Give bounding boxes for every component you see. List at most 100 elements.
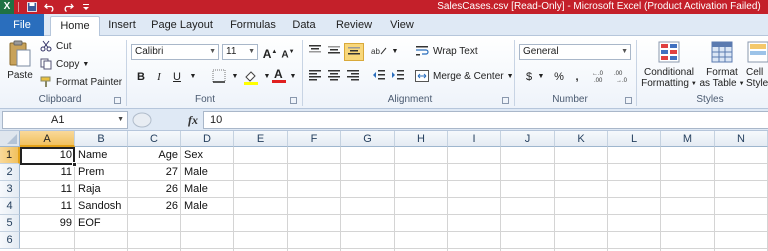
paste-button[interactable]: Paste bbox=[6, 40, 34, 81]
align-bottom-icon[interactable] bbox=[344, 43, 364, 61]
column-header-i[interactable]: I bbox=[448, 131, 501, 147]
cell-styles-label-1: Cell bbox=[746, 67, 764, 78]
tab-review[interactable]: Review bbox=[332, 14, 376, 36]
format-painter-button[interactable]: Format Painter bbox=[40, 76, 122, 88]
fill-handle[interactable] bbox=[72, 162, 77, 167]
merge-center-button[interactable]: Merge & Center ▼ bbox=[415, 70, 514, 82]
cell-d2[interactable]: Male bbox=[181, 164, 234, 181]
column-header-d[interactable]: D bbox=[181, 131, 234, 147]
cell-styles-button[interactable]: Cell Styles bbox=[746, 40, 768, 89]
copy-button[interactable]: Copy ▼ bbox=[40, 58, 89, 70]
wrap-text-button[interactable]: Wrap Text bbox=[415, 45, 478, 57]
worksheet-grid[interactable]: A B C D E F G H I J K L M N 1 10 Name Age Sex 2 11 Prem 27 Male… bbox=[0, 131, 768, 251]
number-launcher-icon[interactable] bbox=[625, 97, 632, 104]
cell-d3[interactable]: Male bbox=[181, 181, 234, 198]
cell-a2[interactable]: 11 bbox=[20, 164, 75, 181]
column-header-b[interactable]: B bbox=[75, 131, 128, 147]
cell-d4[interactable]: Male bbox=[181, 198, 234, 215]
svg-text:←.0: ←.0 bbox=[592, 71, 604, 77]
chevron-down-icon[interactable]: ▼ bbox=[117, 112, 124, 128]
bold-button[interactable]: B bbox=[132, 69, 150, 85]
cell-b3[interactable]: Raja bbox=[75, 181, 128, 198]
column-header-e[interactable]: E bbox=[234, 131, 288, 147]
column-header-m[interactable]: M bbox=[661, 131, 715, 147]
cell-c3[interactable]: 26 bbox=[128, 181, 181, 198]
number-format-select[interactable]: General ▼ bbox=[519, 44, 631, 60]
column-header-l[interactable]: L bbox=[608, 131, 661, 147]
paste-label: Paste bbox=[7, 70, 33, 81]
align-right-icon[interactable] bbox=[344, 69, 362, 85]
cell-b2[interactable]: Prem bbox=[75, 164, 128, 181]
align-top-icon[interactable] bbox=[306, 44, 324, 60]
column-header-c[interactable]: C bbox=[128, 131, 181, 147]
tab-page-layout[interactable]: Page Layout bbox=[150, 14, 214, 36]
percent-button[interactable]: % bbox=[550, 69, 568, 85]
clipboard-launcher-icon[interactable] bbox=[114, 97, 121, 104]
row-header-3[interactable]: 3 bbox=[0, 181, 20, 198]
column-header-h[interactable]: H bbox=[395, 131, 448, 147]
font-name-select[interactable]: Calibri ▼ bbox=[131, 44, 219, 60]
cell-b4[interactable]: Sandosh bbox=[75, 198, 128, 215]
cell-b5[interactable]: EOF bbox=[75, 215, 128, 232]
underline-dropdown-icon[interactable]: ▼ bbox=[184, 69, 202, 85]
grip-icon[interactable] bbox=[132, 111, 152, 129]
column-header-g[interactable]: G bbox=[341, 131, 395, 147]
tab-insert[interactable]: Insert bbox=[104, 14, 140, 36]
cell-c4[interactable]: 26 bbox=[128, 198, 181, 215]
shrink-font-icon[interactable]: A▼ bbox=[279, 44, 297, 60]
format-as-table-label-2: as Table ▼ bbox=[699, 78, 745, 89]
tab-data[interactable]: Data bbox=[288, 14, 320, 36]
align-center-icon[interactable] bbox=[325, 69, 343, 85]
copy-icon bbox=[40, 58, 52, 70]
alignment-launcher-icon[interactable] bbox=[502, 97, 509, 104]
grow-font-icon[interactable]: A▲ bbox=[261, 44, 279, 61]
italic-button[interactable]: I bbox=[150, 69, 168, 85]
tab-view[interactable]: View bbox=[386, 14, 418, 36]
cell-a5[interactable]: 99 bbox=[20, 215, 75, 232]
column-header-j[interactable]: J bbox=[501, 131, 555, 147]
row-header-4[interactable]: 4 bbox=[0, 198, 20, 215]
align-left-icon[interactable] bbox=[306, 69, 324, 85]
column-header-f[interactable]: F bbox=[288, 131, 341, 147]
cell-d1[interactable]: Sex bbox=[181, 147, 234, 164]
increase-indent-icon[interactable] bbox=[389, 69, 407, 85]
column-header-a[interactable]: A bbox=[20, 131, 75, 147]
number-group-label: Number bbox=[552, 94, 588, 105]
decrease-decimal-icon[interactable]: .00 →.0 bbox=[614, 69, 634, 85]
font-size-select[interactable]: 11 ▼ bbox=[222, 44, 258, 60]
cell-b1[interactable]: Name bbox=[75, 147, 128, 164]
tab-formulas[interactable]: Formulas bbox=[226, 14, 280, 36]
copy-dropdown-icon[interactable]: ▼ bbox=[82, 61, 89, 68]
font-color-dropdown-icon[interactable]: ▼ bbox=[284, 69, 302, 85]
tab-home[interactable]: Home bbox=[50, 16, 100, 37]
orientation-dropdown-icon[interactable]: ▼ bbox=[386, 44, 404, 60]
gridline bbox=[500, 147, 501, 251]
align-middle-icon[interactable] bbox=[325, 44, 343, 60]
formula-input[interactable]: 10 bbox=[203, 111, 768, 129]
cut-button[interactable]: Cut bbox=[40, 40, 72, 52]
cell-c2[interactable]: 27 bbox=[128, 164, 181, 181]
row-header-1[interactable]: 1 bbox=[0, 147, 20, 164]
increase-decimal-icon[interactable]: ←.0.00 bbox=[592, 69, 612, 85]
name-box[interactable]: A1 ▼ bbox=[2, 111, 128, 129]
conditional-formatting-button[interactable]: Conditional Formatting ▼ bbox=[640, 40, 698, 89]
currency-dropdown-icon[interactable]: ▼ bbox=[532, 69, 550, 85]
cell-a4[interactable]: 11 bbox=[20, 198, 75, 215]
row-header-5[interactable]: 5 bbox=[0, 215, 20, 232]
row-header-2[interactable]: 2 bbox=[0, 164, 20, 181]
svg-text:→.0: →.0 bbox=[616, 78, 628, 83]
merge-dropdown-icon[interactable]: ▼ bbox=[507, 73, 514, 80]
select-all-button[interactable] bbox=[0, 131, 20, 147]
tab-file[interactable]: File bbox=[0, 14, 44, 36]
cell-c1[interactable]: Age bbox=[128, 147, 181, 164]
group-divider bbox=[514, 40, 515, 106]
decrease-indent-icon[interactable] bbox=[370, 69, 388, 85]
comma-button[interactable]: , bbox=[568, 69, 586, 85]
column-header-n[interactable]: N bbox=[715, 131, 768, 147]
format-as-table-button[interactable]: Format as Table ▼ bbox=[699, 40, 745, 89]
column-header-k[interactable]: K bbox=[555, 131, 608, 147]
insert-function-button[interactable]: fx bbox=[188, 111, 198, 129]
row-header-6[interactable]: 6 bbox=[0, 232, 20, 249]
font-launcher-icon[interactable] bbox=[290, 97, 297, 104]
cell-a3[interactable]: 11 bbox=[20, 181, 75, 198]
